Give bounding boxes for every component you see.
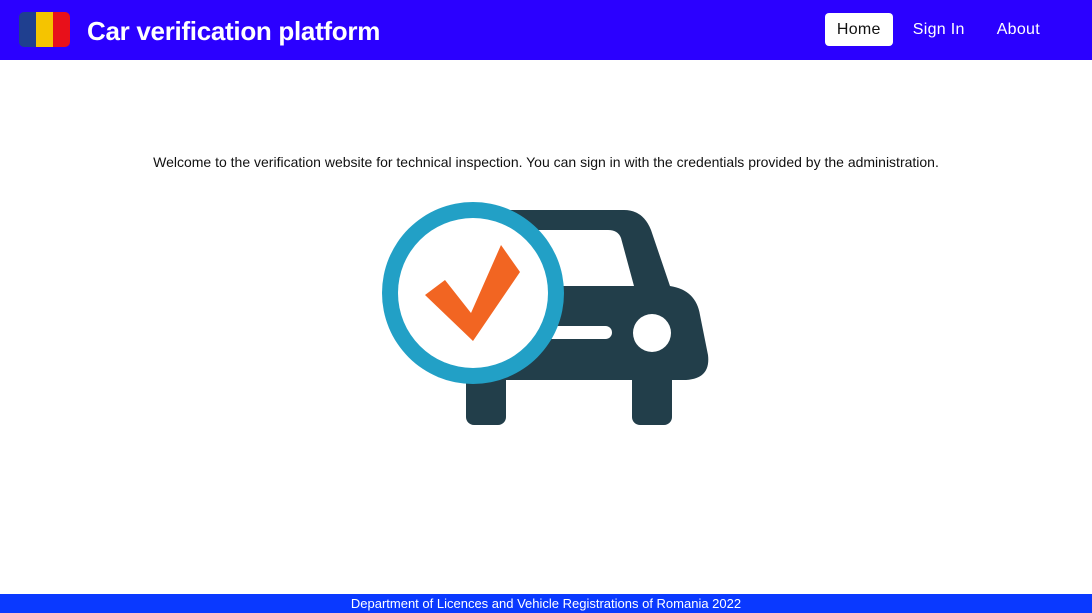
verified-badge-icon xyxy=(382,202,564,384)
nav-menu: Home Sign In About xyxy=(824,13,1052,46)
top-navbar: Car verification platform Home Sign In A… xyxy=(0,0,1092,60)
welcome-message: Welcome to the verification website for … xyxy=(153,154,939,170)
nav-sign-in-link[interactable]: Sign In xyxy=(901,13,977,46)
flag-stripe-yellow xyxy=(36,12,53,47)
nav-about-link[interactable]: About xyxy=(985,13,1052,46)
nav-home-link[interactable]: Home xyxy=(824,13,893,46)
flag-stripe-red xyxy=(53,12,70,47)
headlight-icon xyxy=(633,314,671,352)
site-title[interactable]: Car verification platform xyxy=(87,14,380,48)
car-verified-icon xyxy=(382,202,709,425)
flag-stripe-blue xyxy=(19,12,36,47)
romania-flag-logo xyxy=(19,12,70,47)
footer-text: Department of Licences and Vehicle Regis… xyxy=(350,596,742,611)
footer: Department of Licences and Vehicle Regis… xyxy=(0,594,1092,613)
